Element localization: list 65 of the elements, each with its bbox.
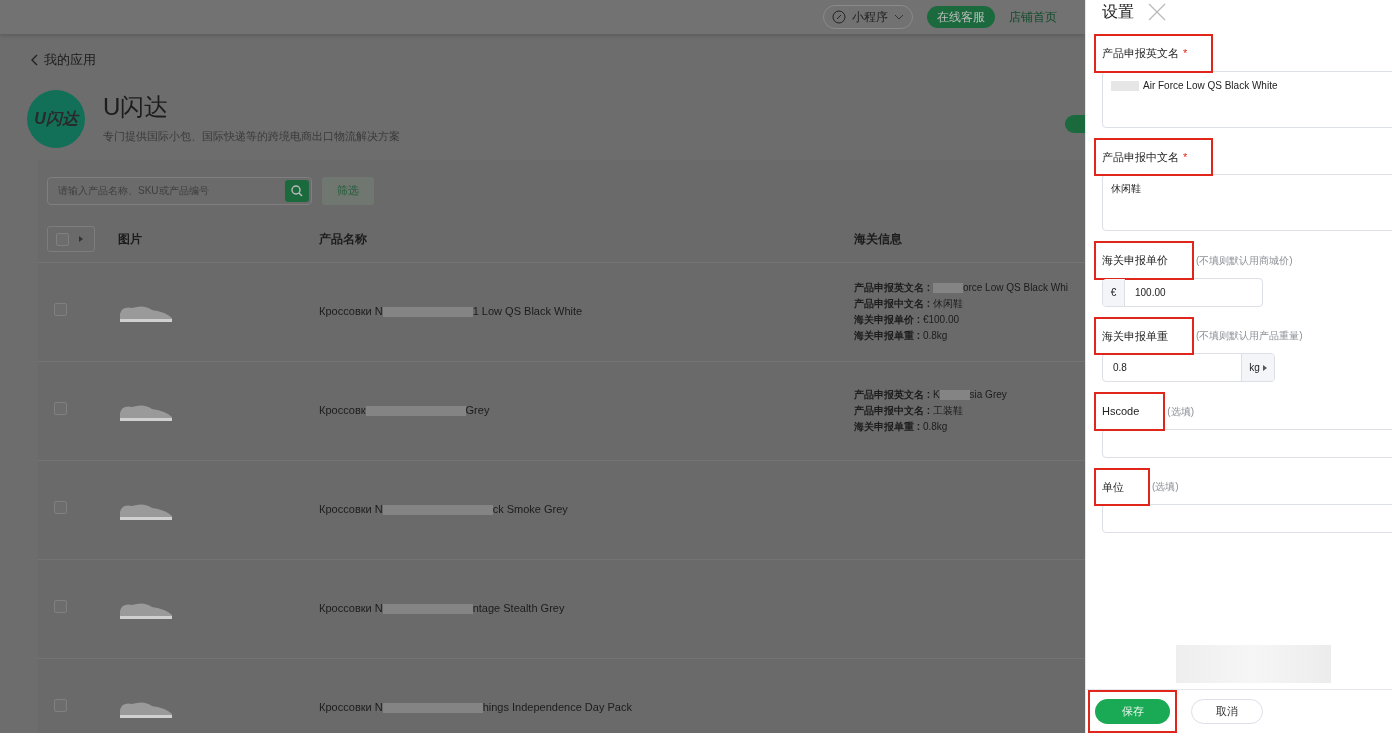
product-name: hings Independence Day Pack — [482, 700, 632, 716]
customs-value: 0.8kg — [922, 420, 948, 432]
customs-label: 产品申报英文名 : — [854, 388, 932, 400]
product-name: Кроссовки N — [319, 304, 383, 320]
cancel-button[interactable]: 取消 — [1191, 699, 1263, 724]
product-name: Кроссовки N — [319, 700, 383, 716]
customs-label: 海关申报单价 : — [854, 313, 922, 325]
customs-value: 工装鞋 — [932, 404, 963, 416]
save-button[interactable]: 保存 — [1095, 699, 1170, 724]
service-button[interactable]: 在线客服 — [927, 6, 995, 28]
customs-value: sia Grey — [969, 388, 1007, 400]
caret-right-icon — [79, 236, 83, 242]
customs-value: 休闲鞋 — [932, 297, 963, 309]
caret-right-icon — [1262, 364, 1267, 371]
field-hint: (选填) — [1167, 404, 1194, 419]
text-area[interactable]: Air Force Low QS Black White — [1102, 70, 1392, 128]
customs-value: €100.00 — [922, 313, 960, 325]
product-name: Кроссовки N — [319, 502, 383, 518]
back-link[interactable]: 我的应用 — [44, 50, 96, 70]
customs-value: 0.8kg — [922, 329, 948, 341]
price-field[interactable]: € 100.00 — [1102, 277, 1263, 307]
close-icon — [1148, 3, 1166, 21]
toggle-switch[interactable] — [1065, 114, 1085, 133]
customs-label: 产品申报中文名 : — [854, 297, 932, 309]
select-all-dropdown[interactable] — [47, 226, 95, 252]
column-header: 海关信息 — [854, 231, 902, 248]
text-area[interactable]: 休闲鞋 — [1102, 174, 1392, 231]
customs-label: 海关申报单重 : — [854, 329, 922, 341]
back-chevron-icon — [30, 53, 38, 66]
redacted-block — [939, 389, 970, 400]
field-label: 产品申报英文名 * — [1094, 34, 1214, 73]
close-button[interactable] — [1148, 3, 1166, 21]
column-header: 图片 — [118, 231, 143, 248]
product-name: 1 Low QS Black White — [472, 304, 583, 320]
product-name: Grey — [465, 403, 490, 419]
app-title: U闪达 — [103, 92, 170, 123]
chevron-down-icon — [894, 14, 904, 20]
field-label: 海关申报单价 — [1094, 241, 1194, 280]
input-field[interactable] — [1102, 504, 1392, 533]
link-icon — [832, 10, 846, 24]
column-header: 产品名称 — [319, 231, 368, 248]
search-button[interactable] — [285, 179, 309, 202]
customs-value: K — [932, 388, 940, 400]
product-name: Кроссовки N — [319, 601, 383, 617]
drawer-title: 设置 — [1102, 2, 1134, 22]
product-name: ck Smoke Grey — [492, 502, 568, 518]
store-link[interactable]: 店铺首页 — [1009, 8, 1057, 26]
field-label: 海关申报单重 — [1094, 316, 1194, 355]
field-hint: (不填则默认用商城价) — [1196, 253, 1293, 268]
customs-label: 海关申报单重 : — [854, 420, 922, 432]
search-icon — [291, 184, 303, 197]
customs-label: 产品申报中文名 : — [854, 404, 932, 416]
field-label: 单位 — [1094, 467, 1150, 506]
product-name: ntage Stealth Grey — [472, 601, 565, 617]
miniprogram-dropdown[interactable]: 小程序 — [823, 5, 913, 29]
product-name: Кроссовк — [319, 403, 366, 419]
weight-field[interactable]: 0.8 kg — [1102, 353, 1275, 382]
field-hint: (不填则默认用产品重量) — [1196, 329, 1303, 344]
input-field[interactable] — [1102, 428, 1392, 458]
app-logo: U闪达 — [27, 89, 85, 148]
field-hint: (选填) — [1152, 480, 1179, 495]
customs-label: 产品申报英文名 : — [854, 281, 932, 293]
field-label: Hscode — [1094, 392, 1166, 431]
field-label: 产品申报中文名 * — [1094, 137, 1214, 176]
customs-value: orce Low QS Black Whi — [962, 281, 1068, 293]
